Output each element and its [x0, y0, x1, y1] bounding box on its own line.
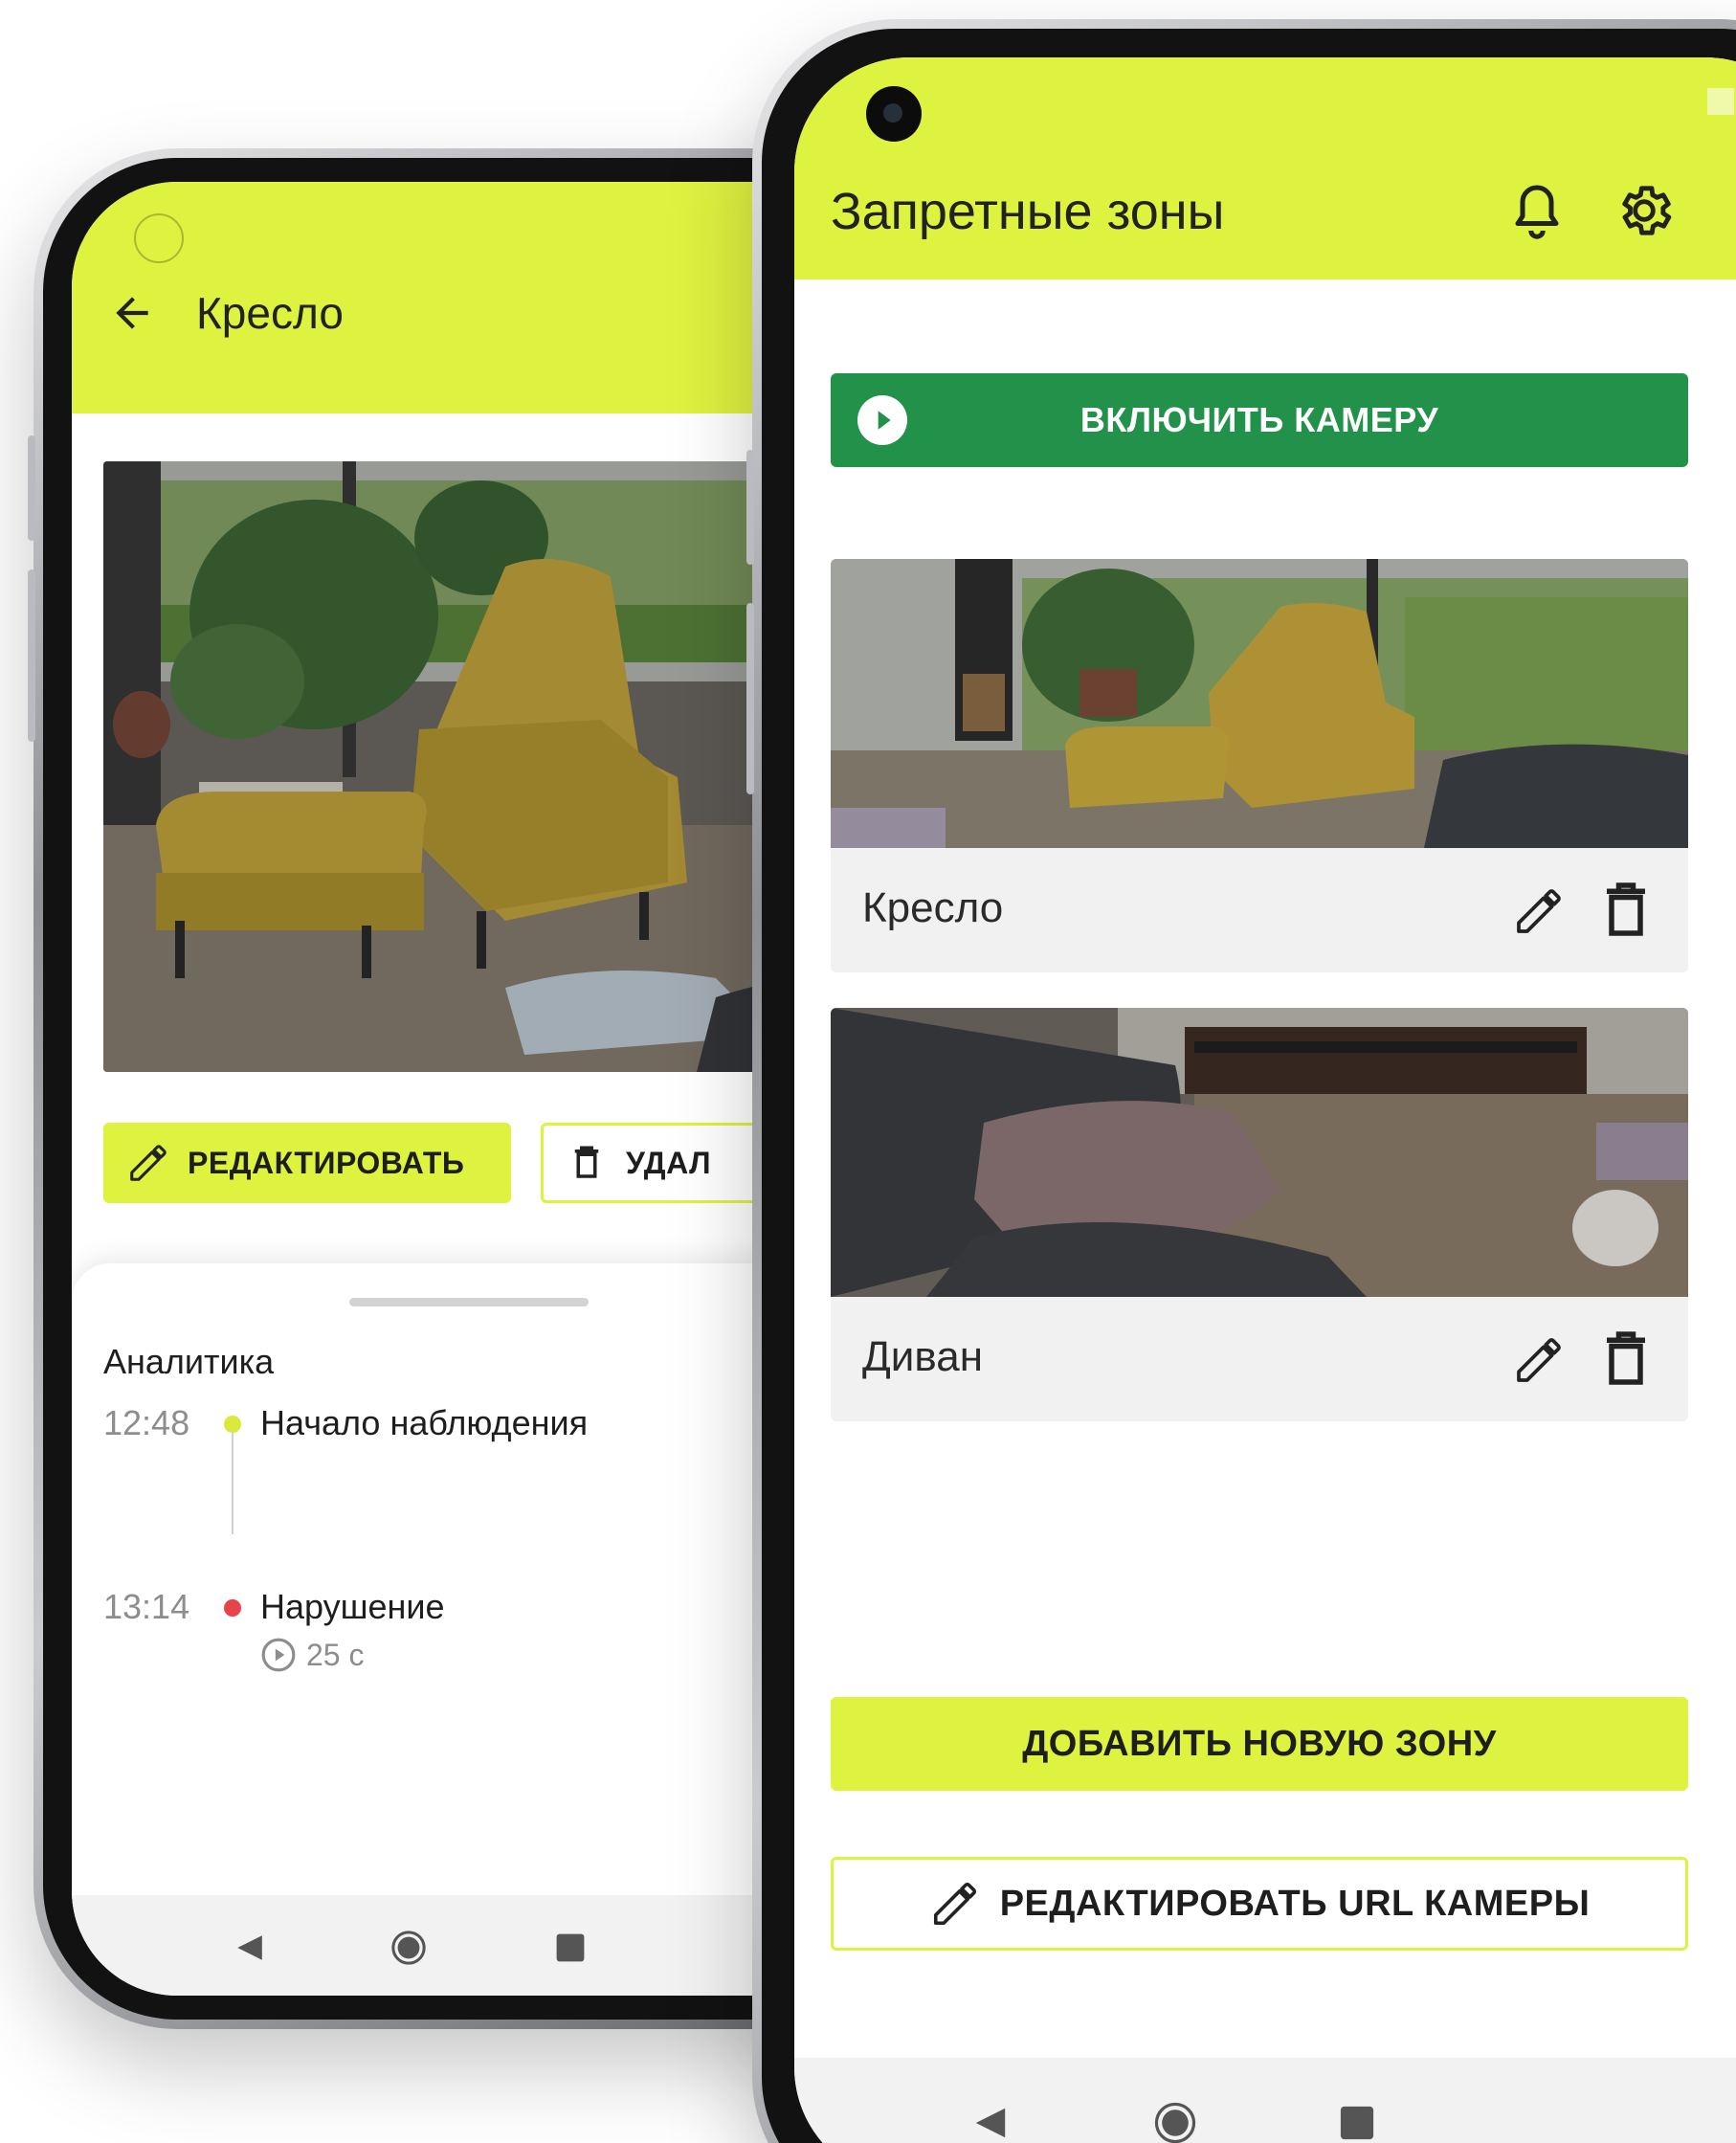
bell-icon[interactable]	[1508, 180, 1566, 243]
phone-side-button	[746, 603, 754, 794]
front-camera	[866, 86, 922, 142]
event-duration: 25 с	[306, 1637, 365, 1672]
pencil-icon[interactable]	[1512, 884, 1566, 938]
pencil-icon	[933, 1882, 976, 1926]
nav-back-icon[interactable]	[972, 2104, 1009, 2142]
zone-name: Диван	[862, 1333, 984, 1380]
nav-back-icon[interactable]	[234, 1931, 265, 1964]
play-circle-icon	[261, 1638, 296, 1672]
front-camera	[134, 213, 184, 263]
analytics-title: Аналитика	[103, 1342, 275, 1381]
trash-icon[interactable]	[1602, 1329, 1650, 1387]
timeline-connector	[232, 1431, 234, 1534]
delete-zone-label: УДАЛ	[626, 1145, 712, 1180]
zone-card[interactable]: Диван	[831, 1008, 1688, 1421]
nav-recents-icon[interactable]	[555, 1932, 586, 1963]
nav-home-icon[interactable]	[390, 1930, 427, 1966]
sheet-drag-handle[interactable]	[349, 1298, 589, 1306]
status-bar-indicator	[1707, 88, 1734, 115]
edit-camera-url-label: РЕДАКТИРОВАТЬ URL КАМЕРЫ	[999, 1883, 1591, 1924]
pencil-icon[interactable]	[1512, 1333, 1566, 1387]
pencil-icon	[130, 1145, 167, 1181]
zone-thumbnail	[831, 559, 1688, 848]
app-bar: Запретные зоны	[794, 57, 1736, 279]
forbidden-zones-screen: Запретные зоны ВКЛЮЧИТЬ КАМЕРУ Кресло Ди…	[794, 57, 1736, 2143]
front-phone: Запретные зоны ВКЛЮЧИТЬ КАМЕРУ Кресло Ди…	[746, 19, 1736, 2143]
play-icon	[857, 395, 907, 445]
nav-recents-icon[interactable]	[1339, 2105, 1375, 2141]
event-label: Начало наблюдения	[260, 1403, 589, 1442]
phone-side-button	[746, 450, 754, 565]
page-title: Кресло	[196, 288, 344, 338]
event-time: 13:14	[103, 1587, 190, 1626]
add-zone-button[interactable]: ДОБАВИТЬ НОВУЮ ЗОНУ	[831, 1697, 1688, 1791]
edit-zone-label: РЕДАКТИРОВАТЬ	[188, 1145, 465, 1180]
zone-thumbnail	[831, 1008, 1688, 1297]
add-zone-label: ДОБАВИТЬ НОВУЮ ЗОНУ	[1022, 1723, 1497, 1764]
event-status-dot	[224, 1599, 241, 1617]
nav-home-icon[interactable]	[1153, 2101, 1197, 2143]
mockup-stage: Кресло РЕДАКТИРОВАТЬ УДАЛ Аналитика 12:4…	[0, 0, 1736, 2143]
zone-card[interactable]: Кресло	[831, 559, 1688, 972]
page-title: Запретные зоны	[831, 183, 1225, 240]
event-video-duration[interactable]: 25 с	[260, 1637, 364, 1673]
trash-icon[interactable]	[1602, 881, 1650, 938]
gear-icon[interactable]	[1614, 180, 1675, 241]
phone-side-button	[28, 569, 35, 742]
event-label: Нарушение	[260, 1587, 445, 1626]
enable-camera-button[interactable]: ВКЛЮЧИТЬ КАМЕРУ	[831, 373, 1688, 467]
edit-camera-url-button[interactable]: РЕДАКТИРОВАТЬ URL КАМЕРЫ	[831, 1857, 1688, 1951]
trash-icon	[574, 1146, 599, 1178]
zone-name: Кресло	[862, 884, 1004, 931]
system-nav-bar	[794, 2058, 1736, 2143]
event-time: 12:48	[103, 1403, 190, 1442]
enable-camera-label: ВКЛЮЧИТЬ КАМЕРУ	[1079, 400, 1439, 439]
back-arrow-icon[interactable]	[108, 289, 156, 337]
phone-side-button	[28, 435, 35, 541]
edit-zone-button[interactable]: РЕДАКТИРОВАТЬ	[103, 1123, 511, 1203]
